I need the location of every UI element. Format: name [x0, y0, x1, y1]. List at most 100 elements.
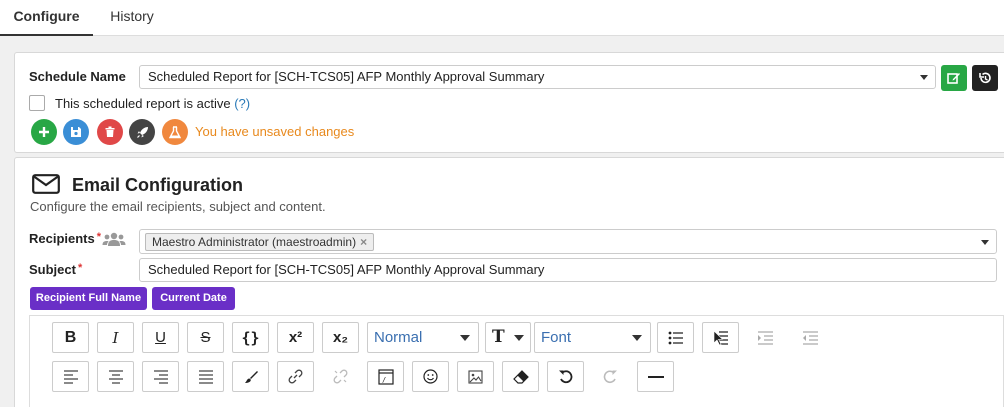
- edit-schedule-button[interactable]: [941, 65, 967, 91]
- insert-emoji-button[interactable]: [412, 361, 449, 392]
- active-label-row: This scheduled report is active (?): [55, 96, 250, 111]
- code-icon: {}: [241, 328, 260, 347]
- unlink-icon: [333, 369, 348, 384]
- indent-icon: [758, 330, 773, 345]
- active-label: This scheduled report is active: [55, 96, 231, 111]
- numbered-list-button[interactable]: [702, 322, 739, 353]
- bullet-list-button[interactable]: [657, 322, 694, 353]
- add-schedule-button[interactable]: [31, 119, 57, 145]
- text-color-button[interactable]: [232, 361, 269, 392]
- italic-icon: I: [112, 328, 119, 347]
- align-justify-button[interactable]: [187, 361, 224, 392]
- outdent-icon: [803, 330, 818, 345]
- strikethrough-icon: S: [200, 329, 211, 346]
- rocket-icon: [136, 126, 148, 138]
- redo-button[interactable]: [592, 361, 629, 392]
- subscript-icon: x₂: [332, 329, 348, 346]
- rich-text-editor: B I U S {} x² x₂ Normal T Font /: [29, 315, 1004, 407]
- redo-icon: [603, 370, 617, 384]
- save-icon: [71, 127, 81, 137]
- strikethrough-button[interactable]: S: [187, 322, 224, 353]
- block-format-value: Normal: [374, 329, 423, 346]
- clear-formatting-button[interactable]: [502, 361, 539, 392]
- active-checkbox[interactable]: [29, 95, 45, 111]
- text-size-icon: T: [492, 327, 505, 347]
- flask-icon: [169, 125, 181, 138]
- users-icon: [102, 232, 126, 246]
- recipients-label: Recipients: [29, 231, 95, 246]
- underline-button[interactable]: U: [142, 322, 179, 353]
- save-schedule-button[interactable]: [63, 119, 89, 145]
- plus-icon: [39, 127, 49, 137]
- recipient-chip: Maestro Administrator (maestroadmin) ×: [145, 233, 375, 251]
- remove-recipient-icon[interactable]: ×: [360, 235, 367, 249]
- align-justify-icon: [198, 369, 213, 384]
- align-center-button[interactable]: [97, 361, 134, 392]
- svg-text:/: /: [382, 376, 386, 384]
- edit-icon: [947, 73, 960, 84]
- superscript-button[interactable]: x²: [277, 322, 314, 353]
- unlink-button[interactable]: [322, 361, 359, 392]
- tab-configure[interactable]: Configure: [0, 0, 93, 36]
- cursor-icon: [713, 329, 728, 345]
- recipient-chip-label: Maestro Administrator (maestroadmin): [152, 235, 357, 249]
- chevron-down-icon: [632, 335, 642, 341]
- recipients-select[interactable]: Maestro Administrator (maestroadmin) ×: [139, 229, 997, 254]
- subscript-button[interactable]: x₂: [322, 322, 359, 353]
- active-help-link[interactable]: (?): [234, 96, 250, 111]
- align-right-icon: [153, 369, 168, 384]
- insert-recipient-name-button[interactable]: Recipient Full Name: [30, 287, 147, 310]
- schedule-name-select[interactable]: Scheduled Report for [SCH-TCS05] AFP Mon…: [139, 65, 936, 89]
- trash-icon: [105, 126, 115, 137]
- test-schedule-button[interactable]: [162, 119, 188, 145]
- align-center-icon: [108, 369, 123, 384]
- bold-icon: B: [64, 328, 77, 346]
- envelope-icon: [32, 174, 60, 194]
- recipients-label-row: Recipients *: [29, 231, 101, 246]
- schedule-panel: Schedule Name Scheduled Report for [SCH-…: [14, 52, 1004, 153]
- undo-icon: [559, 370, 573, 384]
- delete-schedule-button[interactable]: [97, 119, 123, 145]
- email-config-panel: Email Configuration Configure the email …: [14, 157, 1004, 407]
- align-left-icon: [63, 369, 78, 384]
- schedule-history-button[interactable]: [972, 65, 998, 91]
- smiley-icon: [423, 369, 438, 384]
- subject-label: Subject: [29, 262, 76, 277]
- required-mark: *: [96, 231, 102, 243]
- bold-button[interactable]: B: [52, 322, 89, 353]
- run-schedule-button[interactable]: [129, 119, 155, 145]
- schedule-name-value: Scheduled Report for [SCH-TCS05] AFP Mon…: [148, 69, 545, 84]
- font-size-select[interactable]: T: [485, 322, 531, 353]
- tab-history[interactable]: History: [93, 0, 171, 36]
- align-right-button[interactable]: [142, 361, 179, 392]
- schedule-name-label: Schedule Name: [29, 69, 126, 84]
- chevron-down-icon: [981, 240, 989, 245]
- link-icon: [288, 369, 303, 384]
- history-icon: [979, 72, 991, 84]
- undo-button[interactable]: [547, 361, 584, 392]
- required-mark: *: [77, 262, 83, 274]
- brush-icon: [244, 370, 258, 383]
- font-family-select[interactable]: Font: [534, 322, 651, 353]
- code-button[interactable]: {}: [232, 322, 269, 353]
- insert-image-button[interactable]: [457, 361, 494, 392]
- unsaved-changes-text: You have unsaved changes: [195, 124, 355, 139]
- chevron-down-icon: [514, 335, 524, 341]
- underline-icon: U: [155, 329, 166, 346]
- insert-link-button[interactable]: [277, 361, 314, 392]
- code-block-icon: /: [377, 368, 394, 385]
- indent-button[interactable]: [747, 322, 784, 353]
- block-format-select[interactable]: Normal: [367, 322, 479, 353]
- chevron-down-icon: [920, 75, 928, 80]
- italic-button[interactable]: I: [97, 322, 134, 353]
- horizontal-rule-icon: [647, 375, 664, 378]
- section-title: Email Configuration: [72, 175, 243, 195]
- align-left-button[interactable]: [52, 361, 89, 392]
- insert-code-block-button[interactable]: /: [367, 361, 404, 392]
- outdent-button[interactable]: [792, 322, 829, 353]
- insert-current-date-button[interactable]: Current Date: [152, 287, 235, 310]
- eraser-icon: [512, 369, 529, 384]
- bullet-list-icon: [668, 331, 683, 344]
- subject-input[interactable]: Scheduled Report for [SCH-TCS05] AFP Mon…: [139, 258, 997, 282]
- horizontal-rule-button[interactable]: [637, 361, 674, 392]
